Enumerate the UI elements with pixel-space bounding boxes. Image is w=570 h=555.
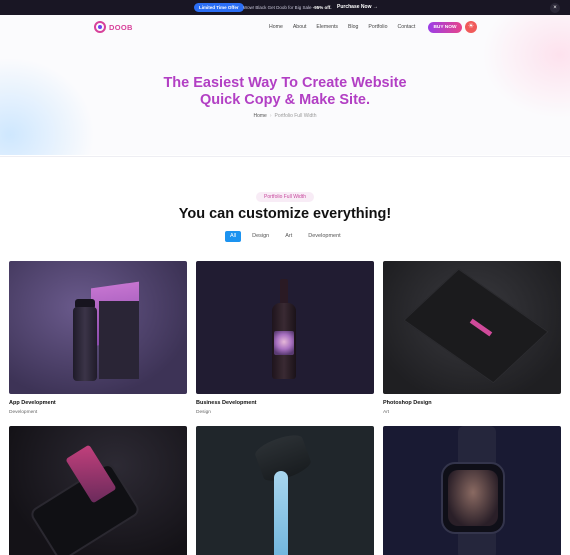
portfolio-title[interactable]: Business Development	[196, 400, 374, 407]
breadcrumb-home[interactable]: Home	[254, 113, 267, 119]
filter-development[interactable]: Development	[303, 231, 345, 242]
purchase-now-label: Purchase Now	[337, 4, 372, 10]
portfolio-card[interactable]: Photoshop Design Art	[383, 261, 561, 416]
portfolio-card[interactable]	[196, 426, 374, 555]
portfolio-image[interactable]	[196, 426, 374, 555]
nav-item-about[interactable]: About	[293, 22, 307, 32]
portfolio-image[interactable]	[9, 261, 187, 394]
filter-all[interactable]: All	[225, 231, 242, 242]
portfolio-title[interactable]: Photoshop Design	[383, 400, 561, 407]
site-logo[interactable]: DOOB	[94, 20, 133, 34]
close-icon[interactable]: ×	[550, 3, 560, 13]
purchase-now-link[interactable]: Purchase Now →	[337, 3, 378, 12]
buy-now-button[interactable]: BUY NOW	[428, 22, 462, 33]
site-header: DOOB Home About Elements Blog Portfolio …	[0, 15, 570, 39]
arrow-right-icon: →	[372, 4, 378, 10]
bottle-art	[73, 307, 97, 381]
breadcrumb: Home › Portfolio Full Width	[0, 113, 570, 119]
watch-face-art	[448, 470, 498, 526]
portfolio-card[interactable]	[9, 426, 187, 555]
portfolio-category: Art	[383, 410, 390, 415]
package-body-art	[99, 301, 139, 379]
nav-item-contact[interactable]: Contact	[397, 22, 415, 32]
portfolio-category: Development	[9, 410, 38, 415]
logo-icon	[94, 21, 106, 33]
portfolio-image[interactable]	[9, 426, 187, 555]
filter-design[interactable]: Design	[247, 231, 274, 242]
promo-text-highlight: -95% off.	[312, 5, 332, 10]
portfolio-image[interactable]	[383, 426, 561, 555]
nav-item-portfolio[interactable]: Portfolio	[368, 22, 387, 32]
portfolio-filters: All Design Art Development	[225, 231, 352, 242]
page-title: The Easiest Way To Create Website Quick …	[0, 75, 570, 109]
portfolio-card[interactable]	[383, 426, 561, 555]
main-nav: Home About Elements Blog Portfolio Conta…	[269, 22, 425, 32]
promo-badge: Limited Time Offer	[194, 3, 244, 12]
section-title: You can customize everything!	[178, 206, 392, 222]
promo-text: Wow! Black Get Doob for Big Sale -95% of…	[243, 3, 331, 12]
hero-divider	[0, 156, 570, 157]
portfolio-category: Design	[196, 410, 211, 415]
portfolio-title[interactable]: App Development	[9, 400, 187, 407]
portfolio-image[interactable]	[196, 261, 374, 394]
page-title-line-2: Quick Copy & Make Site.	[199, 92, 371, 108]
paint-drip-art	[274, 471, 288, 555]
breadcrumb-current: Portfolio Full Width	[274, 113, 317, 119]
nav-item-home[interactable]: Home	[269, 22, 283, 32]
nav-item-blog[interactable]: Blog	[348, 22, 358, 32]
filter-art[interactable]: Art	[280, 231, 297, 242]
section-pill: Portfolio Full Width	[256, 192, 314, 202]
portfolio-image[interactable]	[383, 261, 561, 394]
portfolio-card[interactable]: Business Development Design	[196, 261, 374, 416]
portfolio-card[interactable]: App Development Development	[9, 261, 187, 416]
bottle-neck-art	[280, 279, 288, 305]
promo-text-prefix: Wow! Black Get Doob for Big Sale	[243, 5, 313, 10]
theme-toggle-icon[interactable]: ☀	[465, 21, 477, 33]
bottle-label-art	[274, 331, 294, 355]
nav-item-elements[interactable]: Elements	[316, 22, 338, 32]
promo-bar: Limited Time Offer Wow! Black Get Doob f…	[0, 0, 570, 15]
page-title-line-1: The Easiest Way To Create Website	[163, 75, 407, 91]
logo-text: DOOB	[109, 22, 133, 32]
wine-bottle-art	[272, 279, 296, 379]
breadcrumb-separator: ›	[269, 113, 272, 119]
